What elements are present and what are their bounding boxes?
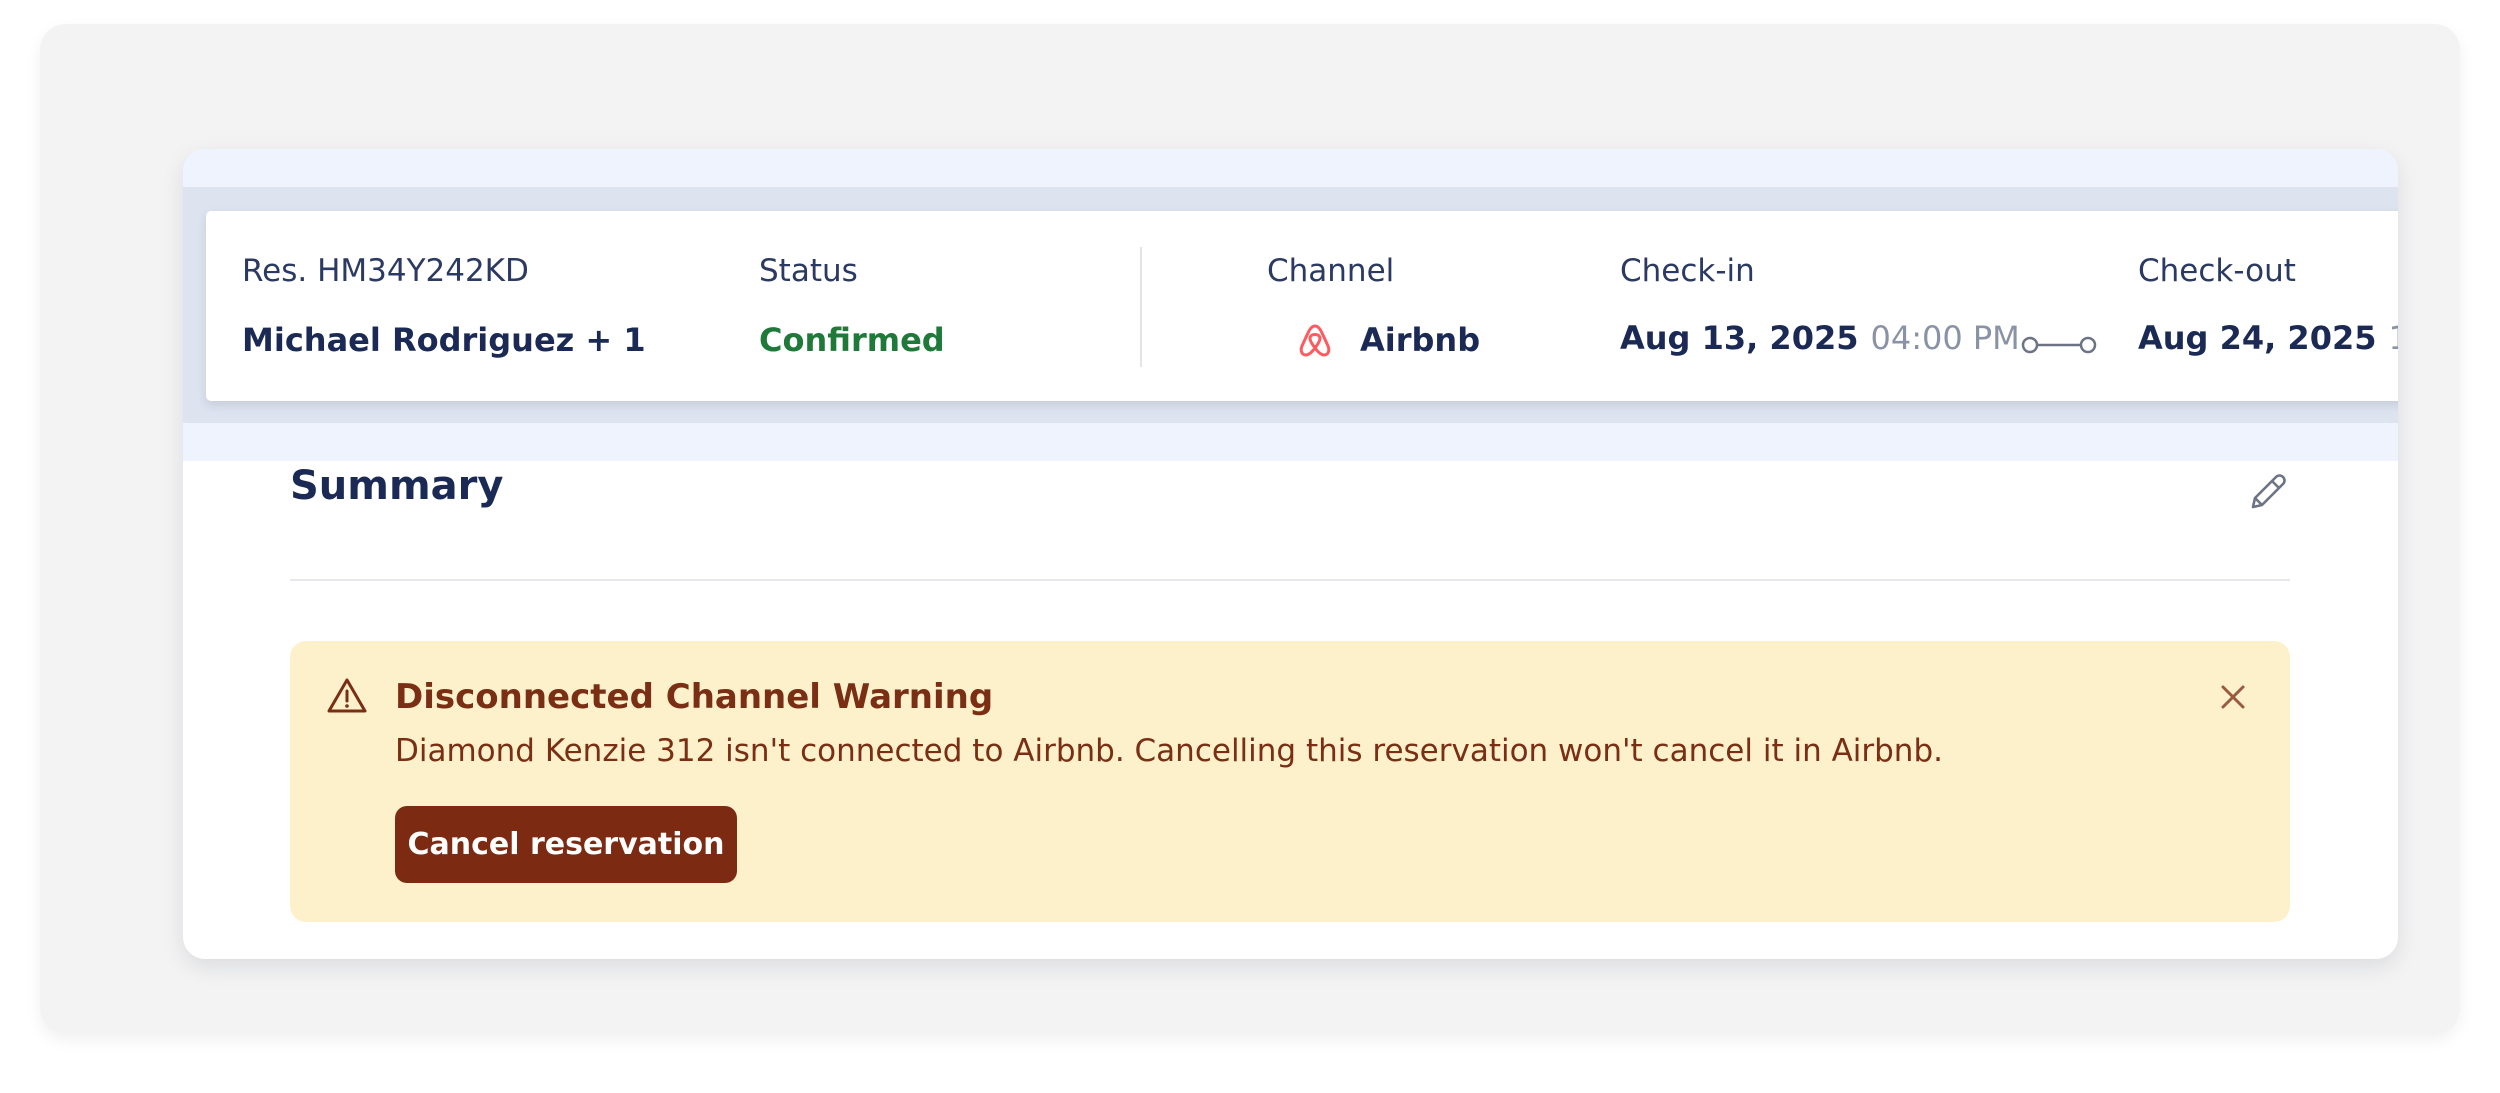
checkin-date: Aug 13, 2025 xyxy=(1620,319,1859,357)
airbnb-logo-icon xyxy=(1295,320,1335,360)
guest-name: Michael Rodriguez xyxy=(242,321,575,359)
reservation-info-bar: Res. HM34Y242KD Michael Rodriguez + 1 St… xyxy=(206,211,2398,401)
checkin-value: Aug 13, 2025 04:00 PM xyxy=(1620,319,2020,357)
close-icon[interactable] xyxy=(2215,679,2251,715)
date-range-connector-icon xyxy=(2021,333,2097,357)
checkin-time: 04:00 PM xyxy=(1870,319,2020,357)
checkout-date: Aug 24, 2025 xyxy=(2138,319,2377,357)
warning-title: Disconnected Channel Warning xyxy=(395,677,994,717)
status-label: Status xyxy=(759,253,858,289)
checkout-time: 11:00 AM xyxy=(2388,319,2398,357)
status-value: Confirmed xyxy=(759,321,945,359)
warning-triangle-icon xyxy=(326,676,368,716)
checkin-label: Check-in xyxy=(1620,253,1755,289)
disconnected-channel-warning: Disconnected Channel Warning Diamond Ken… xyxy=(290,641,2290,922)
warning-message: Diamond Kenzie 312 isn't connected to Ai… xyxy=(395,733,1943,769)
edit-pencil-icon[interactable] xyxy=(2245,469,2291,515)
guest-name-group: Michael Rodriguez + 1 xyxy=(242,321,646,359)
channel-label: Channel xyxy=(1267,253,1395,289)
summary-title: Summary xyxy=(290,463,504,509)
cancel-reservation-button[interactable]: Cancel reservation xyxy=(395,806,737,883)
outer-panel: Res. HM34Y242KD Michael Rodriguez + 1 St… xyxy=(40,24,2460,1034)
guest-count: + 1 xyxy=(585,321,646,359)
summary-divider xyxy=(290,579,2290,581)
reservation-id: Res. HM34Y242KD xyxy=(242,253,529,289)
channel-value: Airbnb xyxy=(1360,321,1481,359)
info-divider xyxy=(1140,247,1142,367)
checkout-label: Check-out xyxy=(2138,253,2296,289)
checkout-value: Aug 24, 2025 11:00 AM xyxy=(2138,319,2398,357)
reservation-card: Res. HM34Y242KD Michael Rodriguez + 1 St… xyxy=(183,149,2398,959)
